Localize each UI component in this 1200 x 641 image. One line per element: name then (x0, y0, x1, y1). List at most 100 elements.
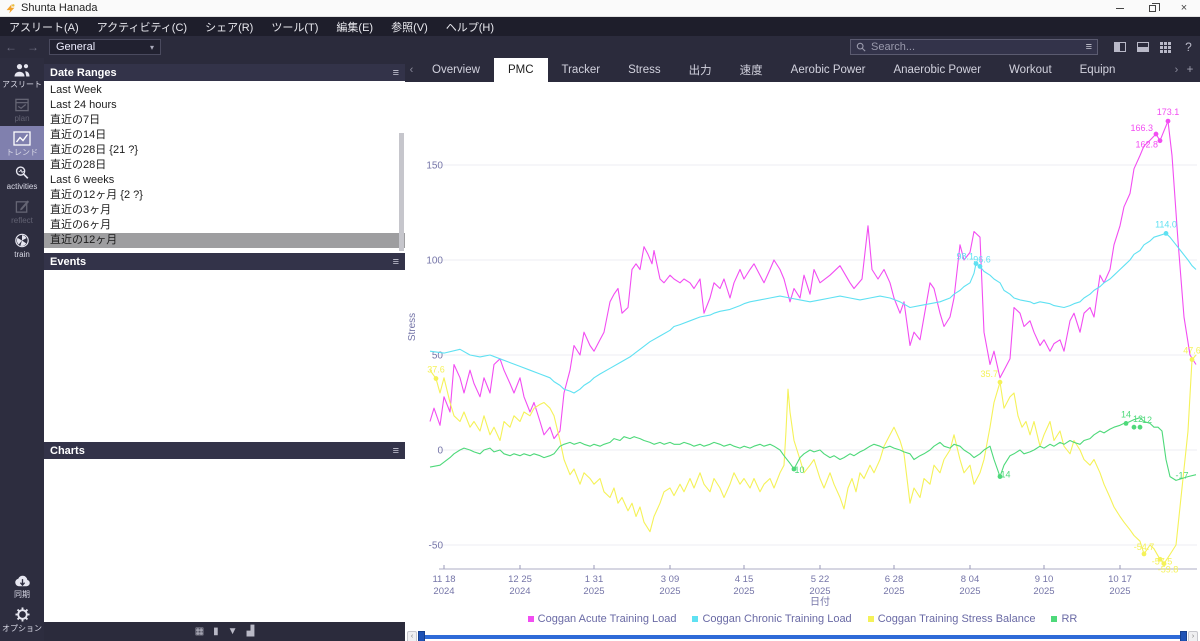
tab-tracker[interactable]: Tracker (548, 58, 615, 82)
menu-activity[interactable]: アクティビティ(C) (88, 17, 196, 36)
svg-text:150: 150 (426, 161, 443, 172)
tab-aerobic-power[interactable]: Aerobic Power (777, 58, 880, 82)
legend-item-atl[interactable]: Coggan Acute Training Load (528, 613, 677, 625)
panel-menu-icon[interactable]: ≡ (393, 445, 399, 457)
search-menu-icon[interactable]: ≡ (1086, 41, 1092, 53)
close-icon: × (1181, 2, 1187, 14)
menu-tools[interactable]: ツール(T) (262, 17, 327, 36)
legend-swatch-tsb (868, 616, 874, 622)
date-range-item[interactable]: 直近の12ヶ月 {2 ?} (44, 188, 405, 203)
svg-text:166.3: 166.3 (1130, 123, 1153, 133)
svg-text:98.1: 98.1 (956, 252, 974, 262)
svg-text:3 09: 3 09 (661, 574, 680, 585)
slider-handle-left[interactable] (418, 631, 425, 641)
rail-label: reflect (11, 216, 33, 225)
minimize-icon (1116, 8, 1124, 9)
scope-selector[interactable]: General ▾ (49, 39, 161, 55)
search-input[interactable] (866, 41, 1086, 53)
search-box[interactable]: ≡ (850, 39, 1098, 55)
add-tab-button[interactable]: + (1183, 64, 1197, 76)
svg-text:Stress: Stress (407, 313, 418, 341)
legend-item-tsb[interactable]: Coggan Training Stress Balance (868, 613, 1036, 625)
svg-text:日付: 日付 (810, 595, 830, 606)
close-button[interactable]: × (1168, 0, 1200, 16)
tab-pmc[interactable]: PMC (494, 58, 548, 82)
rail-item-train[interactable]: train (0, 228, 44, 262)
svg-text:-50: -50 (429, 541, 444, 552)
tab-scroll-right-icon[interactable]: › (1170, 64, 1183, 76)
help-button[interactable]: ? (1177, 38, 1200, 56)
tab-equipment[interactable]: Equipn (1066, 58, 1118, 82)
panel-menu-icon[interactable]: ≡ (393, 256, 399, 268)
chart-icon[interactable]: ▟ (247, 627, 255, 637)
date-range-item[interactable]: 直近の7日 (44, 113, 405, 128)
main-area: ‹ Overview PMC Tracker Stress 出力 速度 Aero… (405, 58, 1200, 641)
rail-item-options[interactable]: オプション (0, 602, 44, 641)
date-ranges-title: Date Ranges (50, 67, 117, 79)
legend-swatch-atl (528, 616, 534, 622)
date-range-item[interactable]: Last 6 weeks (44, 173, 405, 188)
rail-item-sync[interactable]: 同期 (0, 569, 44, 602)
menu-edit[interactable]: 編集(E) (327, 17, 382, 36)
tab-power[interactable]: 出力 (675, 58, 726, 82)
date-range-item-selected[interactable]: 直近の12ヶ月 (44, 233, 405, 248)
toggle-sidebar-button[interactable] (1108, 38, 1131, 56)
pmc-chart[interactable]: 150100500-50Stress11 18202412 2520241 31… (405, 82, 1200, 606)
filter-icon[interactable]: ▼ (228, 627, 238, 637)
charts-title: Charts (50, 445, 85, 457)
svg-text:5 22: 5 22 (811, 574, 830, 585)
legend-item-rr[interactable]: RR (1051, 613, 1077, 625)
legend-item-ctl[interactable]: Coggan Chronic Training Load (692, 613, 851, 625)
tab-workout[interactable]: Workout (995, 58, 1066, 82)
date-range-item[interactable]: 直近の28日 (44, 158, 405, 173)
minimize-button[interactable] (1104, 0, 1136, 16)
rail-item-athletes[interactable]: アスリート (0, 58, 44, 92)
svg-text:8 04: 8 04 (961, 574, 980, 585)
tab-anaerobic-power[interactable]: Anaerobic Power (879, 58, 995, 82)
bookmark-icon[interactable]: ▮ (213, 627, 219, 637)
rail-item-plan[interactable]: plan (0, 92, 44, 126)
toggle-lowbar-button[interactable] (1131, 38, 1154, 56)
tab-scroll-left-icon[interactable]: ‹ (405, 64, 418, 76)
date-range-item[interactable]: 直近の28日 {21 ?} (44, 143, 405, 158)
legend-label: RR (1061, 613, 1077, 625)
rail-label: トレンド (6, 148, 38, 157)
menu-athlete[interactable]: アスリート(A) (0, 17, 88, 36)
trends-icon (13, 131, 31, 146)
slider-left-button[interactable]: ‹ (407, 631, 417, 641)
window-titlebar: Shunta Hanada × (0, 0, 1200, 17)
rail-label: activities (7, 182, 38, 191)
restore-button[interactable] (1136, 0, 1168, 16)
svg-text:-14: -14 (997, 470, 1010, 480)
slider-track[interactable] (418, 635, 1187, 639)
rail-label: train (14, 250, 30, 259)
forward-arrow[interactable]: → (22, 40, 44, 54)
date-range-item[interactable]: 直近の14日 (44, 128, 405, 143)
rail-item-trends[interactable]: トレンド (0, 126, 44, 160)
legend-label: Coggan Acute Training Load (538, 613, 677, 625)
tab-stress[interactable]: Stress (614, 58, 675, 82)
sidebar-panels: Date Ranges ≡ Last Week Last 24 hours 直近… (44, 58, 405, 641)
menu-share[interactable]: シェア(R) (196, 17, 262, 36)
date-range-item[interactable]: Last 24 hours (44, 98, 405, 113)
window-title: Shunta Hanada (21, 2, 97, 14)
slider-right-button[interactable]: › (1188, 631, 1198, 641)
calendar-icon[interactable]: ▦ (195, 627, 204, 637)
rail-item-reflect[interactable]: reflect (0, 194, 44, 228)
rail-item-activities[interactable]: activities (0, 160, 44, 194)
tile-view-button[interactable] (1154, 38, 1177, 56)
date-range-item[interactable]: Last Week (44, 83, 405, 98)
date-ranges-header: Date Ranges ≡ (44, 64, 405, 81)
menu-view[interactable]: 参照(V) (382, 17, 437, 36)
back-arrow[interactable]: ← (0, 40, 22, 54)
events-header: Events ≡ (44, 253, 405, 270)
tab-speed[interactable]: 速度 (726, 58, 777, 82)
slider-handle-right[interactable] (1180, 631, 1187, 641)
date-range-item[interactable]: 直近の3ヶ月 (44, 203, 405, 218)
tab-overview[interactable]: Overview (418, 58, 494, 82)
date-range-item[interactable]: 直近の6ヶ月 (44, 218, 405, 233)
legend-label: Coggan Training Stress Balance (878, 613, 1036, 625)
menu-help[interactable]: ヘルプ(H) (437, 17, 503, 36)
date-ranges-scrollbar[interactable] (399, 133, 404, 251)
panel-menu-icon[interactable]: ≡ (393, 67, 399, 79)
